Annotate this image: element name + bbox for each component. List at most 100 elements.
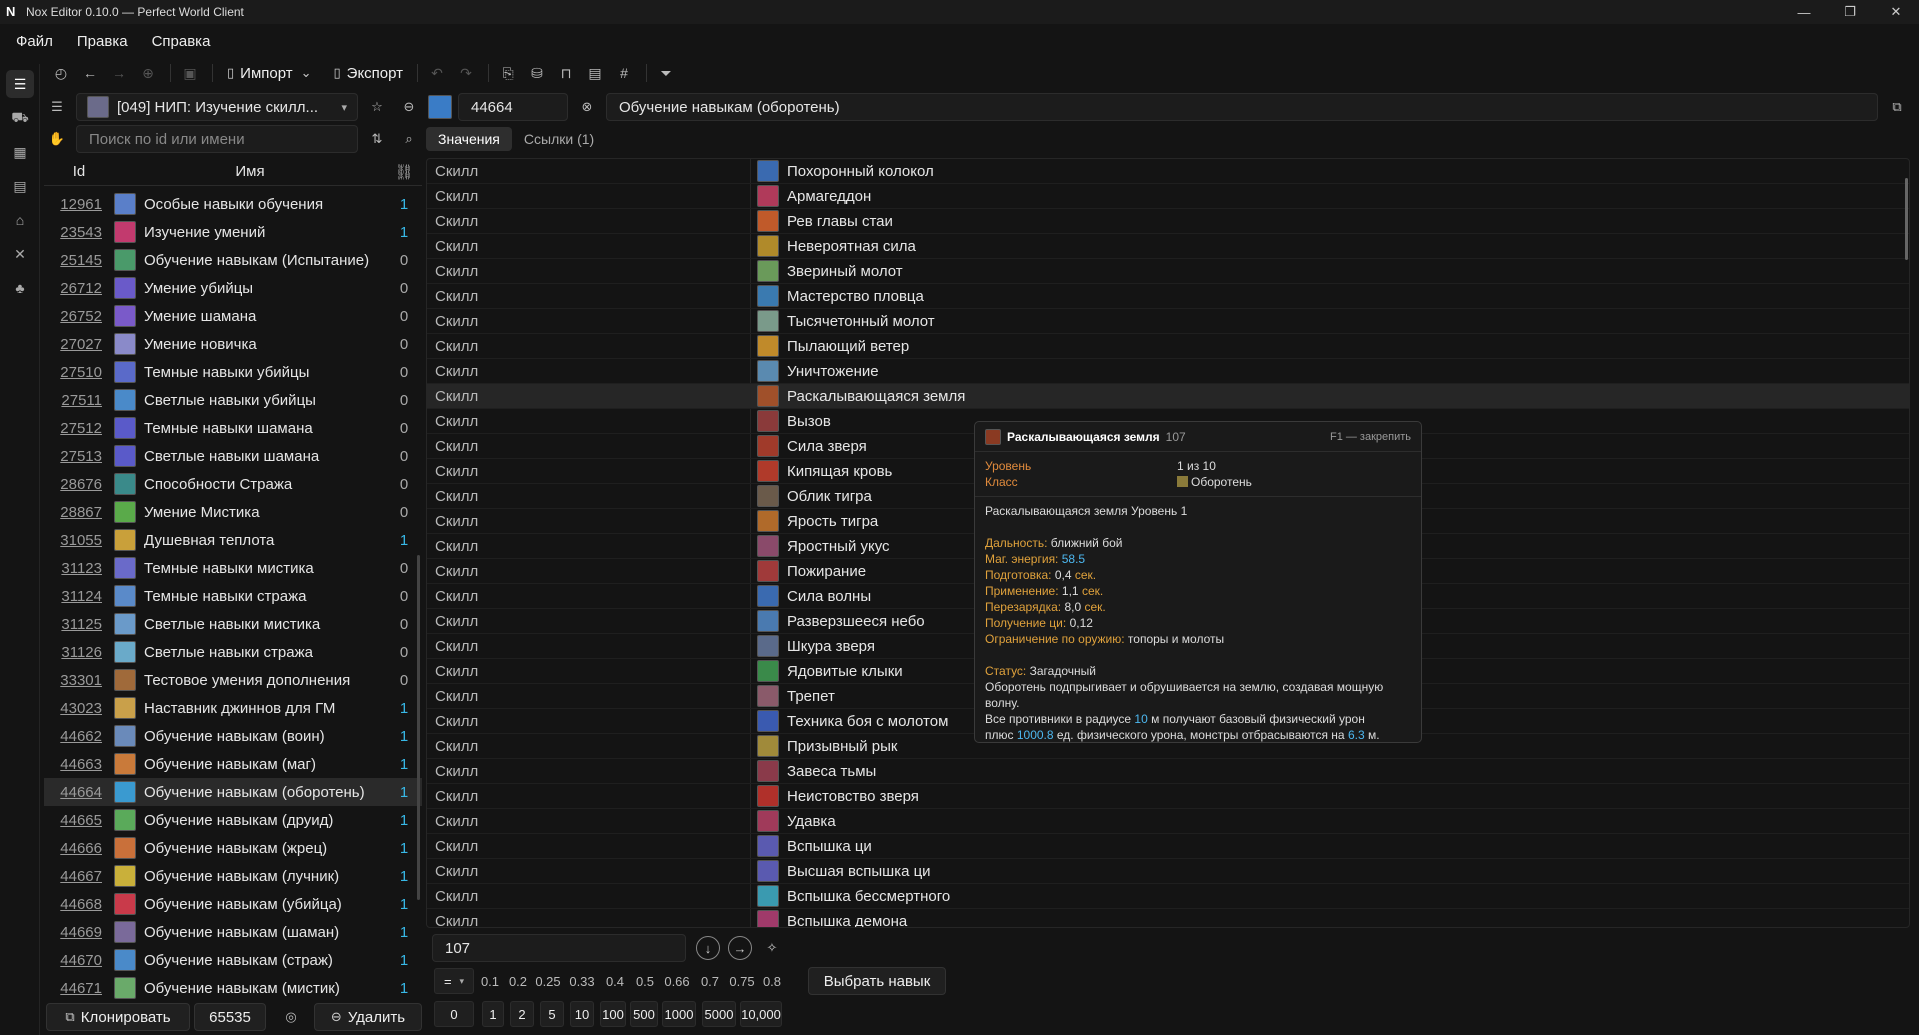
list-item[interactable]: 31125 Светлые навыки мистика 0 xyxy=(44,610,422,638)
field-value[interactable]: Мастерство пловца xyxy=(751,285,924,307)
link-icon[interactable]: ⛓ xyxy=(386,163,422,181)
step-chip[interactable]: 0.1 xyxy=(478,968,502,994)
list-item[interactable]: 26712 Умение убийцы 0 xyxy=(44,274,422,302)
value-input[interactable]: 107 xyxy=(432,934,686,962)
preset-chip[interactable]: 500 xyxy=(630,1001,658,1027)
history-icon[interactable]: ◴ xyxy=(48,60,74,86)
record-id-link[interactable]: 25145 xyxy=(44,252,114,269)
table-row[interactable]: Скилл Высшая вспышка ци xyxy=(427,859,1909,884)
field-value[interactable]: Трепет xyxy=(751,685,835,707)
preset-chip[interactable]: 5000 xyxy=(702,1001,736,1027)
record-name-field[interactable]: Обучение навыкам (оборотень) xyxy=(606,93,1878,121)
back-icon[interactable]: ← xyxy=(77,60,103,86)
arrow-down-circle-icon[interactable]: ⊖ xyxy=(396,94,422,120)
record-id-link[interactable]: 27513 xyxy=(44,448,114,465)
step-chip[interactable]: 0.66 xyxy=(662,968,692,994)
list-item[interactable]: 44664 Обучение навыкам (оборотень) 1 xyxy=(44,778,422,806)
tab-values[interactable]: Значения xyxy=(426,127,512,151)
list-selector[interactable]: [049] НИП: Изучение скилл... ▾ xyxy=(76,93,358,121)
record-id-link[interactable]: 26712 xyxy=(44,280,114,297)
list-toggle-icon[interactable]: ☰ xyxy=(44,94,70,120)
record-id-link[interactable]: 44665 xyxy=(44,812,114,829)
step-chip[interactable]: 0.8 xyxy=(760,968,784,994)
list-item[interactable]: 27512 Темные навыки шамана 0 xyxy=(44,414,422,442)
search-icon[interactable]: ⌕ xyxy=(396,126,422,152)
field-value[interactable]: Техника боя с молотом xyxy=(751,710,948,732)
copy-icon[interactable]: ⎘ xyxy=(495,60,521,86)
list-item[interactable]: 44663 Обучение навыкам (маг) 1 xyxy=(44,750,422,778)
field-value[interactable]: Вызов xyxy=(751,410,831,432)
list-item[interactable]: 27511 Светлые навыки убийцы 0 xyxy=(44,386,422,414)
lock-icon[interactable]: ⊓ xyxy=(553,60,579,86)
step-chip[interactable]: 0.25 xyxy=(534,968,562,994)
list-item[interactable]: 31124 Темные навыки стража 0 xyxy=(44,582,422,610)
fingerprint-icon[interactable]: ◎ xyxy=(278,1004,304,1030)
step-chip[interactable]: 0.7 xyxy=(696,968,724,994)
list-item[interactable]: 12961 Особые навыки обучения 1 xyxy=(44,190,422,218)
preset-chip[interactable]: 5 xyxy=(540,1001,564,1027)
preset-chip[interactable]: 1000 xyxy=(662,1001,696,1027)
values-scrollbar[interactable] xyxy=(1905,178,1908,260)
swords-icon[interactable]: ✕ xyxy=(6,240,34,268)
list-view-icon[interactable]: ☰ xyxy=(6,70,34,98)
field-value[interactable]: Пылающий ветер xyxy=(751,335,909,357)
field-value[interactable]: Рев главы стаи xyxy=(751,210,893,232)
sort-icon[interactable]: ⇅ xyxy=(364,126,390,152)
cart-icon[interactable]: ⛟ xyxy=(6,104,34,132)
table-row[interactable]: Скилл Пылающий ветер xyxy=(427,334,1909,359)
step-chip[interactable]: 0.33 xyxy=(566,968,598,994)
table-row[interactable]: Скилл Неистовство зверя xyxy=(427,784,1909,809)
delete-button[interactable]: ⊖ Удалить xyxy=(314,1003,422,1031)
record-id-link[interactable]: 44670 xyxy=(44,952,114,969)
list-item[interactable]: 27027 Умение новичка 0 xyxy=(44,330,422,358)
record-id-link[interactable]: 28867 xyxy=(44,504,114,521)
field-value[interactable]: Кипящая кровь xyxy=(751,460,892,482)
preset-chip[interactable]: 100 xyxy=(600,1001,626,1027)
pick-skill-button[interactable]: Выбрать навык xyxy=(808,967,946,995)
preset-chip[interactable]: 1 xyxy=(482,1001,504,1027)
table-row[interactable]: Скилл Невероятная сила xyxy=(427,234,1909,259)
record-id-link[interactable]: 27511 xyxy=(44,392,114,409)
field-value[interactable]: Невероятная сила xyxy=(751,235,916,257)
database-icon[interactable]: ⛁ xyxy=(524,60,550,86)
preset-chip[interactable]: 10,000 xyxy=(740,1001,782,1027)
record-id-link[interactable]: 43023 xyxy=(44,700,114,717)
list-item[interactable]: 27513 Светлые навыки шамана 0 xyxy=(44,442,422,470)
list-item[interactable]: 44665 Обучение навыкам (друид) 1 xyxy=(44,806,422,834)
list-item[interactable]: 33301 Тестовое умения дополнения 0 xyxy=(44,666,422,694)
preset-chip[interactable]: 2 xyxy=(510,1001,534,1027)
list-scrollbar[interactable] xyxy=(417,555,420,900)
undo-icon[interactable]: ↶ xyxy=(424,60,450,86)
column-id[interactable]: Id xyxy=(44,163,114,180)
table-row[interactable]: Скилл Тысячетонный молот xyxy=(427,309,1909,334)
step-chip[interactable]: 0.4 xyxy=(602,968,628,994)
list-item[interactable]: 27510 Темные навыки убийцы 0 xyxy=(44,358,422,386)
arrow-right-icon[interactable]: → xyxy=(728,936,752,960)
field-value[interactable]: Вспышка демона xyxy=(751,910,907,927)
list-item[interactable]: 44662 Обучение навыкам (воин) 1 xyxy=(44,722,422,750)
record-id-link[interactable]: 44667 xyxy=(44,868,114,885)
table-row[interactable]: Скилл Звериный молот xyxy=(427,259,1909,284)
record-id-link[interactable]: 33301 xyxy=(44,672,114,689)
column-name[interactable]: Имя xyxy=(114,163,386,180)
table-row[interactable]: Скилл Рев главы стаи xyxy=(427,209,1909,234)
list-item[interactable]: 26752 Умение шамана 0 xyxy=(44,302,422,330)
field-value[interactable]: Ярость тигра xyxy=(751,510,878,532)
clone-button[interactable]: ⧉ Клонировать xyxy=(46,1003,190,1031)
list-item[interactable]: 43023 Наставник джиннов для ГМ 1 xyxy=(44,694,422,722)
table-row[interactable]: Скилл Удавка xyxy=(427,809,1909,834)
menu-edit[interactable]: Правка xyxy=(77,33,128,50)
table-row[interactable]: Скилл Завеса тьмы xyxy=(427,759,1909,784)
field-value[interactable]: Высшая вспышка ци xyxy=(751,860,931,882)
record-id-link[interactable]: 44664 xyxy=(44,784,114,801)
map-icon[interactable]: ▦ xyxy=(6,138,34,166)
record-id-link[interactable]: 27510 xyxy=(44,364,114,381)
record-id-link[interactable]: 44671 xyxy=(44,980,114,997)
field-value[interactable]: Пожирание xyxy=(751,560,866,582)
arrow-down-icon[interactable]: ↓ xyxy=(696,936,720,960)
operator-select[interactable]: = ▾ xyxy=(434,968,474,994)
field-value[interactable]: Вспышка бессмертного xyxy=(751,885,950,907)
book-icon[interactable]: ▤ xyxy=(6,172,34,200)
table-row[interactable]: Скилл Вспышка ци xyxy=(427,834,1909,859)
field-value[interactable]: Яростный укус xyxy=(751,535,890,557)
